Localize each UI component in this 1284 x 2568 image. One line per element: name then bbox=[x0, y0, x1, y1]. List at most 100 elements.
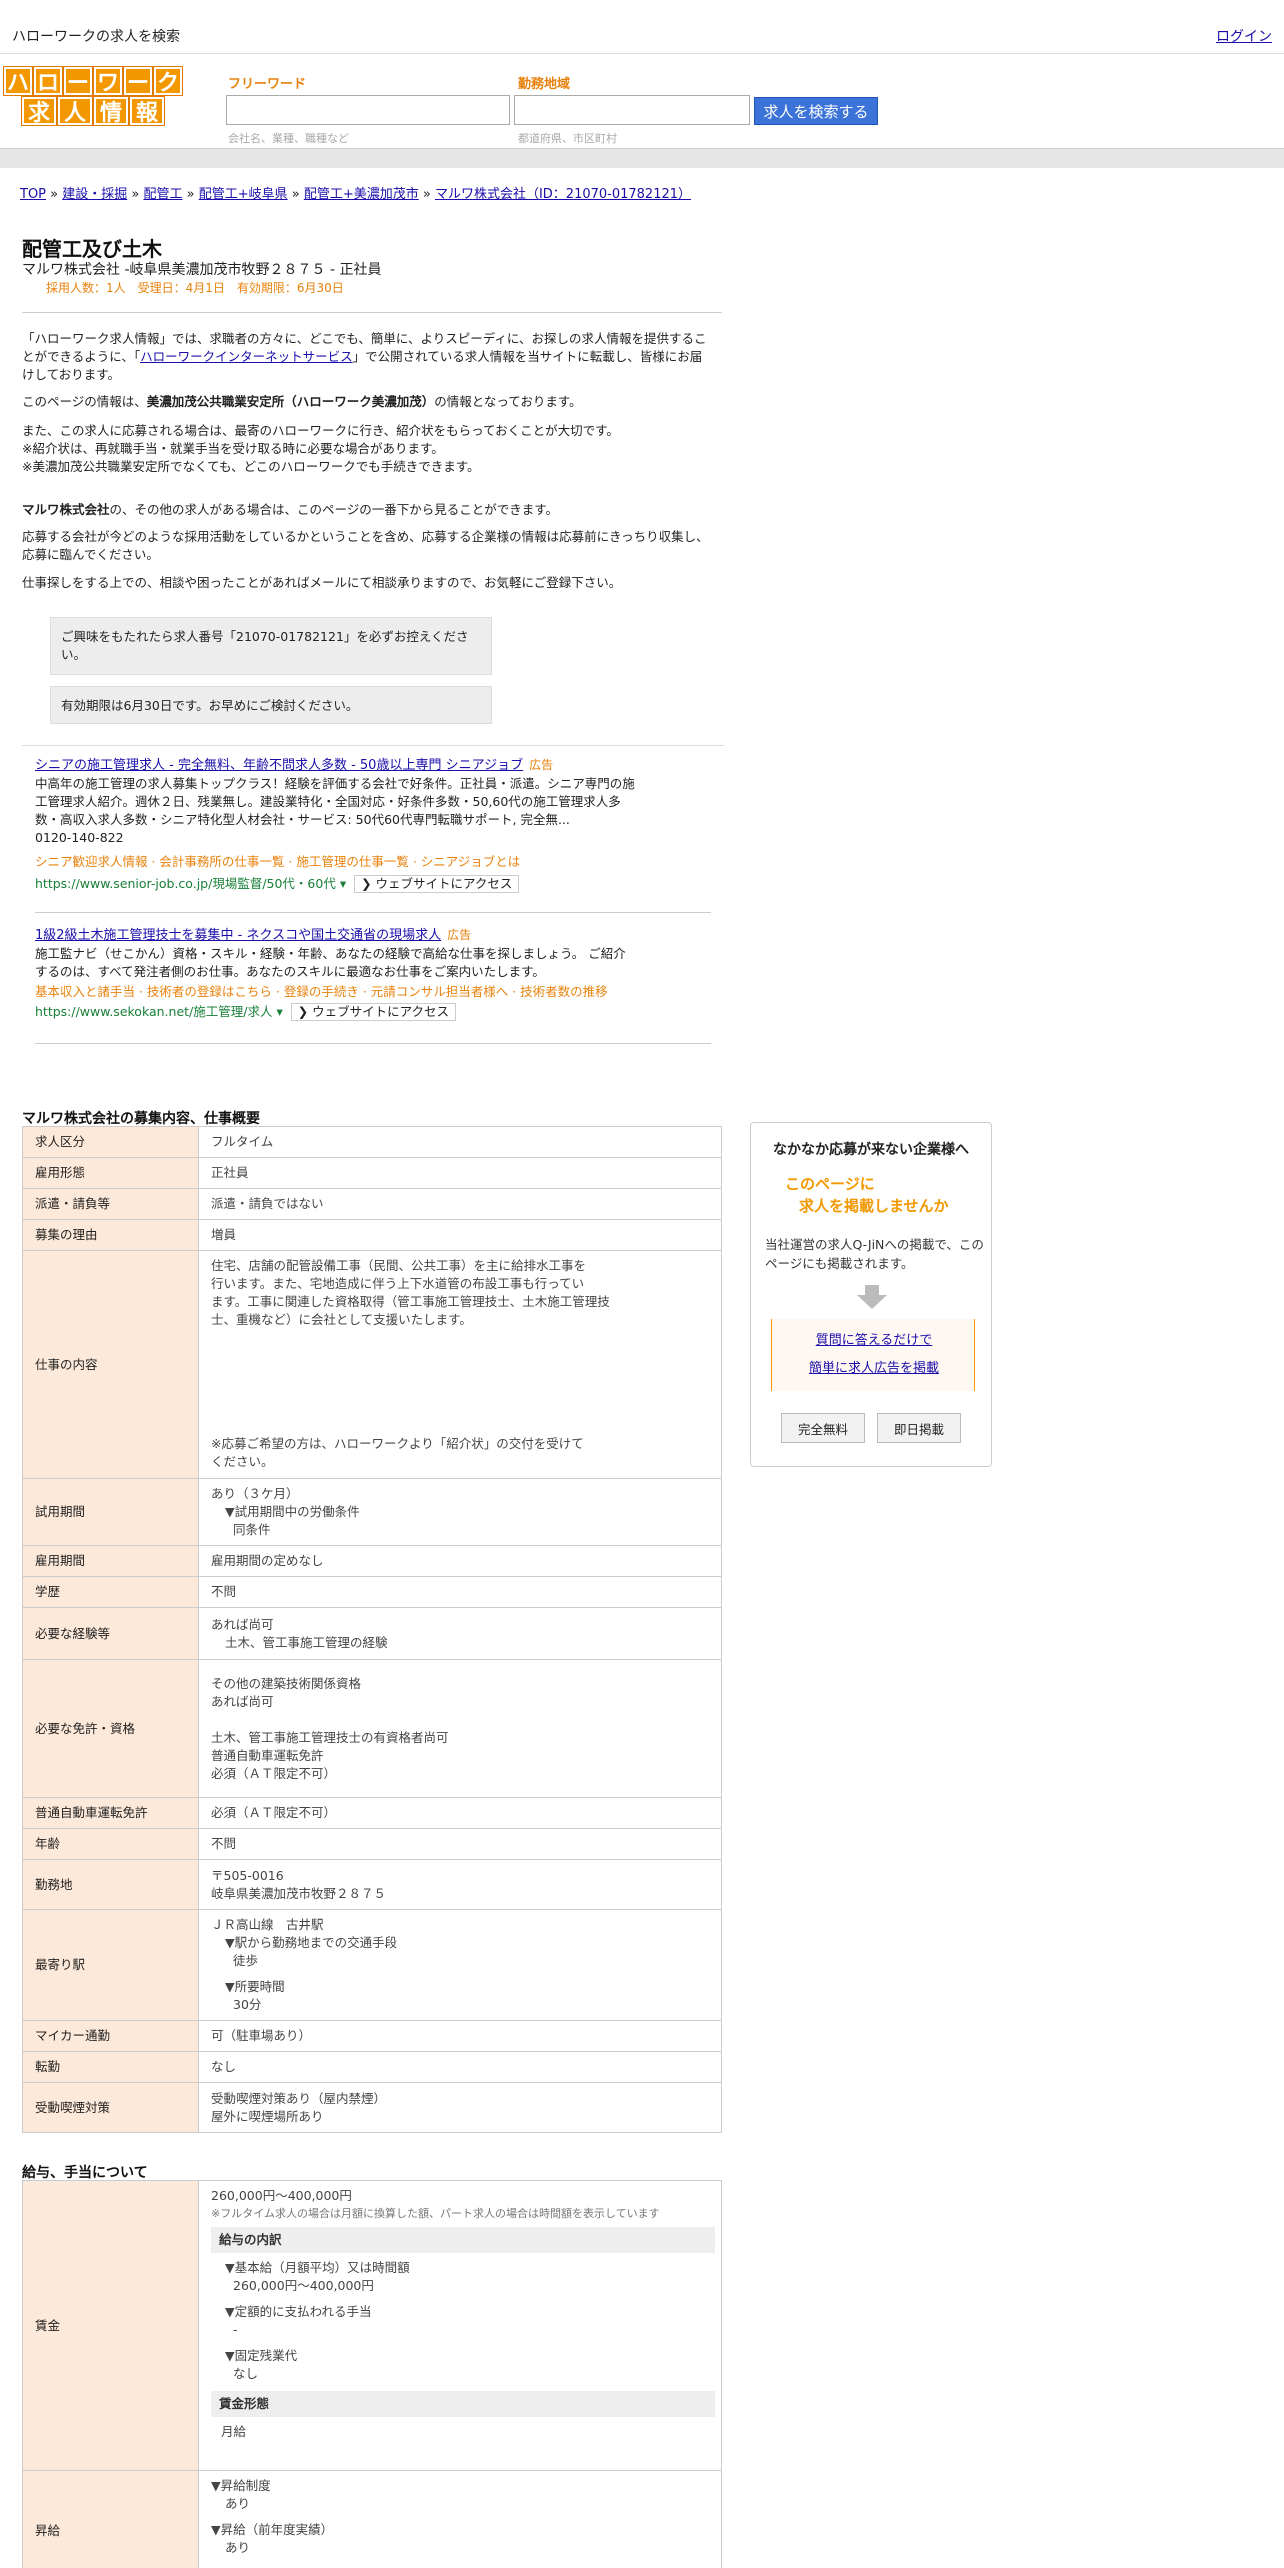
ad-url[interactable]: https://www.senior-job.co.jp/現場監督/50代・60… bbox=[35, 876, 336, 891]
promo-headline: このページに bbox=[785, 1175, 875, 1193]
table-row: 賃金 260,000円〜400,000円 ※フルタイム求人の場合は月額に換算した… bbox=[22, 2180, 722, 2471]
chevron-right-icon: ❯ bbox=[361, 876, 376, 891]
free-button[interactable]: 完全無料 bbox=[781, 1413, 865, 1443]
office-name: 美濃加茂公共職業安定所（ハローワーク美濃加茂） bbox=[146, 394, 435, 409]
logo-char: ワ bbox=[93, 66, 123, 96]
row-key: 受動喫煙対策 bbox=[22, 2082, 199, 2133]
search-header: ハ ロ ー ワ ー ク 求 人 情 報 フリーワード 会社名、業種、職種など 勤… bbox=[0, 55, 1284, 147]
table-row: 転勤 なし bbox=[22, 2051, 722, 2083]
hellowork-internet-link[interactable]: ハローワークインターネットサービス bbox=[140, 349, 353, 364]
row-value-line: 必須（ＡＴ限定不可） bbox=[211, 1765, 337, 1781]
table-row: 受動喫煙対策 受動喫煙対策あり（屋内禁煙） 屋外に喫煙場所あり bbox=[22, 2082, 722, 2133]
breadcrumb-link[interactable]: 配管工 bbox=[143, 187, 182, 202]
ad-title-link[interactable]: シニアの施工管理求人 - 完全無料、年齢不問求人多数 - 50歳以上専門 シニア… bbox=[35, 758, 523, 773]
ad-url[interactable]: https://www.sekokan.net/施工管理/求人 bbox=[35, 1004, 272, 1019]
intro-text: ※美濃加茂公共職業安定所でなくても、どこのハローワークでも手続きできます。 bbox=[22, 459, 480, 474]
details-section-title: マルワ株式会社の募集内容、仕事概要 bbox=[22, 1111, 260, 1127]
job-number-notice: ご興味をもたれたら求人番号「21070-01782121」を必ずお控えください。 bbox=[50, 617, 492, 675]
logo-char: 求 bbox=[21, 96, 57, 126]
row-key: 仕事の内容 bbox=[22, 1250, 199, 1479]
ad-phone: 0120-140-822 bbox=[35, 830, 124, 845]
breadcrumb-link[interactable]: 配管工+岐阜県 bbox=[199, 187, 288, 202]
row-value-line: ※応募ご希望の方は、ハローワークより「紹介状」の交付を受けて bbox=[211, 1436, 584, 1451]
hellowork-logo[interactable]: ハ ロ ー ワ ー ク 求 人 情 報 bbox=[3, 66, 183, 127]
intro-text: このページの情報は、 bbox=[22, 394, 147, 409]
chevron-down-icon[interactable]: ▾ bbox=[272, 1004, 282, 1019]
row-key: 必要な経験等 bbox=[22, 1607, 199, 1660]
salary-note: ※フルタイム求人の場合は月額に換算した額、パート求人の場合は時間額を表示していま… bbox=[211, 2207, 660, 2220]
row-value: 住宅、店舗の配管設備工事（民間、公共工事）を主に給排水工事を 行います。また、宅… bbox=[198, 1250, 722, 1479]
other-jobs-paragraph: マルワ株式会社の、その他の求人がある場合は、このページの一番下から見ることができ… bbox=[22, 501, 714, 519]
ad-visit-button[interactable]: ❯ ウェブサイトにアクセス bbox=[354, 875, 520, 893]
header-divider bbox=[0, 148, 1284, 168]
search-button[interactable]: 求人を検索する bbox=[754, 97, 878, 125]
breadcrumb-link[interactable]: TOP bbox=[20, 187, 46, 202]
same-day-button[interactable]: 即日掲載 bbox=[877, 1413, 961, 1443]
logo-char: ロ bbox=[33, 66, 63, 96]
promo-link[interactable]: 簡単に求人広告を掲載 bbox=[772, 1357, 976, 1376]
row-value-line: 受動喫煙対策あり（屋内禁煙） bbox=[211, 2090, 387, 2106]
login-link[interactable]: ログイン bbox=[1216, 26, 1272, 46]
row-value-line: 30分 bbox=[233, 1997, 262, 2012]
research-paragraph: 応募する会社が今どのような採用活動をしているかということを含め、応募する企業様の… bbox=[22, 529, 709, 562]
breadcrumb-separator: » bbox=[127, 187, 144, 202]
row-value: ▼昇給制度 あり ▼昇給（前年度実績） あり bbox=[198, 2470, 722, 2568]
table-row: 勤務地 〒505-0016 岐阜県美濃加茂市牧野２８７５ bbox=[22, 1859, 722, 1910]
freeword-hint: 会社名、業種、職種など bbox=[228, 132, 349, 145]
table-row: 仕事の内容 住宅、店舗の配管設備工事（民間、公共工事）を主に給排水工事を 行いま… bbox=[22, 1250, 722, 1479]
row-value: 派遣・請負ではない bbox=[198, 1188, 722, 1220]
table-row: マイカー通勤 可（駐車場あり） bbox=[22, 2020, 722, 2052]
employer-promo-box: なかなか応募が来ない企業様へ このページに 求人を掲載しませんか 当社運営の求人… bbox=[750, 1122, 992, 1467]
job-company: マルワ株式会社 -岐阜県美濃加茂市牧野２８７５ - 正社員 bbox=[22, 262, 382, 278]
row-value: なし bbox=[198, 2051, 722, 2083]
ad-description: 中高年の施工管理の求人募集トップクラス！経験を評価する会社で好条件。正社員・派遣… bbox=[35, 776, 635, 827]
row-value: フルタイム bbox=[198, 1126, 722, 1158]
row-value-line: その他の建築技術関係資格 bbox=[211, 1675, 362, 1691]
row-value-line: ▼基本給（月額平均）又は時間額 bbox=[225, 2260, 410, 2275]
logo-row-2: 求 人 情 報 bbox=[4, 96, 182, 126]
logo-char: ハ bbox=[3, 66, 33, 96]
row-key: マイカー通勤 bbox=[22, 2020, 199, 2052]
row-value-line: ＪＲ高山線 古井駅 bbox=[211, 1917, 324, 1932]
intro-text: の情報となっております。 bbox=[434, 394, 582, 409]
row-value: 260,000円〜400,000円 ※フルタイム求人の場合は月額に換算した額、パ… bbox=[198, 2180, 722, 2471]
freeword-input[interactable] bbox=[226, 95, 510, 125]
ad-sitelinks[interactable]: 基本収入と諸手当 · 技術者の登録はこちら · 登録の手続き · 元請コンサル担… bbox=[35, 983, 635, 1001]
row-value-line: ▼昇給制度 bbox=[211, 2478, 271, 2493]
salary-section-title: 給与、手当について bbox=[22, 2165, 148, 2181]
row-value: あり（３ケ月） ▼試用期間中の労働条件 同条件 bbox=[198, 1478, 722, 1546]
row-value-line: ▼駅から勤務地までの交通手段 bbox=[225, 1935, 398, 1950]
breadcrumb-separator: » bbox=[418, 187, 435, 202]
area-hint: 都道府県、市区町村 bbox=[518, 132, 617, 145]
job-title: 配管工及び土木 bbox=[22, 237, 162, 261]
logo-char: ー bbox=[123, 66, 153, 96]
chevron-down-icon[interactable]: ▾ bbox=[336, 876, 346, 891]
table-row: 昇給 ▼昇給制度 あり ▼昇給（前年度実績） あり bbox=[22, 2470, 722, 2568]
ad-title-link[interactable]: 1級2級土木施工管理技士を募集中 - ネクスコや国土交通省の現場求人 bbox=[35, 928, 441, 943]
ad-visit-label: ウェブサイトにアクセス bbox=[312, 1004, 450, 1019]
row-key: 雇用形態 bbox=[22, 1157, 199, 1189]
breadcrumb-link[interactable]: マルワ株式会社（ID：21070-01782121） bbox=[435, 187, 691, 202]
row-value: 不問 bbox=[198, 1576, 722, 1608]
salary-table: 賃金 260,000円〜400,000円 ※フルタイム求人の場合は月額に換算した… bbox=[22, 2180, 722, 2568]
breadcrumb-separator: » bbox=[287, 187, 304, 202]
ad-sitelinks[interactable]: シニア歓迎求人情報 · 会計事務所の仕事一覧 · 施工管理の仕事一覧 · シニア… bbox=[35, 853, 635, 871]
office-paragraph: このページの情報は、美濃加茂公共職業安定所（ハローワーク美濃加茂）の情報となって… bbox=[22, 393, 714, 411]
row-value-line: あり bbox=[225, 2540, 251, 2555]
breadcrumb-link[interactable]: 建設・採掘 bbox=[62, 187, 127, 202]
divider bbox=[35, 912, 711, 913]
row-key: 募集の理由 bbox=[22, 1219, 199, 1251]
logo-char: ー bbox=[63, 66, 93, 96]
logo-row-1: ハ ロ ー ワ ー ク bbox=[3, 66, 183, 96]
promo-title: なかなか応募が来ない企業様へ bbox=[773, 1142, 969, 1158]
row-value: 受動喫煙対策あり（屋内禁煙） 屋外に喫煙場所あり bbox=[198, 2082, 722, 2133]
ad-visit-button[interactable]: ❯ ウェブサイトにアクセス bbox=[290, 1003, 457, 1021]
promo-link-box: 質問に答えるだけで 簡単に求人広告を掲載 bbox=[771, 1319, 975, 1391]
area-input[interactable] bbox=[514, 95, 750, 125]
promo-link[interactable]: 質問に答えるだけで bbox=[772, 1329, 976, 1348]
breadcrumb-link[interactable]: 配管工+美濃加茂市 bbox=[304, 187, 419, 202]
row-key: 昇給 bbox=[22, 2470, 199, 2568]
divider bbox=[35, 1043, 711, 1044]
arrow-down-icon bbox=[857, 1285, 887, 1309]
job-meta: 採用人数：1人 受理日：4月1日 有効期限：6月30日 bbox=[46, 281, 344, 295]
